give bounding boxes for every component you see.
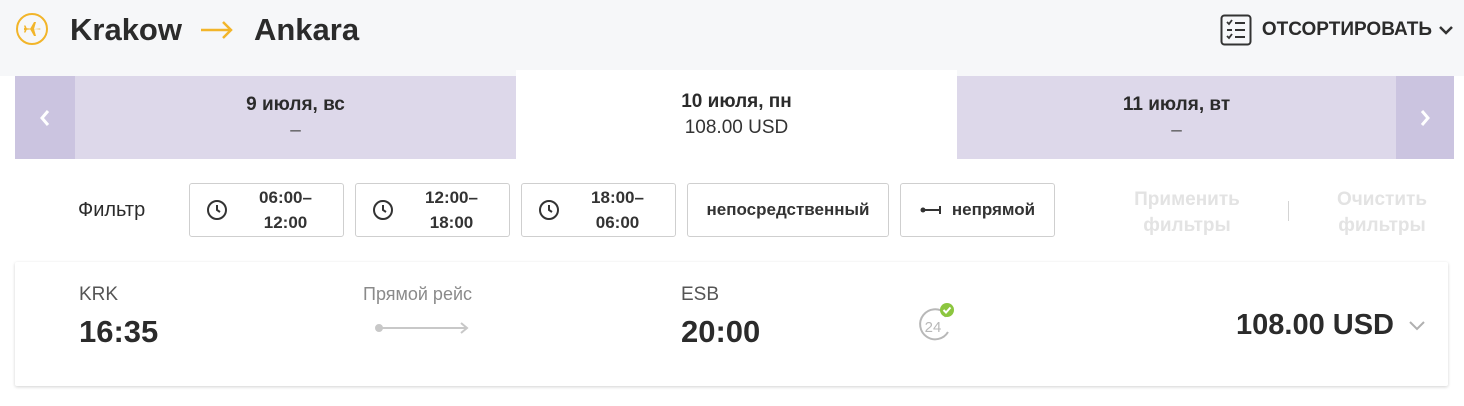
sort-button[interactable]: ОТСОРТИРОВАТЬ	[1220, 13, 1454, 47]
date-tab-current[interactable]: 10 июля, пн 108.00 USD	[516, 70, 957, 159]
destination-city: Ankara	[253, 12, 360, 47]
chevron-down-icon	[1439, 26, 1453, 35]
date-tab-date: 11 июля, вт	[1122, 93, 1231, 115]
divider	[1288, 201, 1289, 221]
filter-time-evening[interactable]: 18:00– 06:00	[521, 183, 676, 237]
flight-price: 108.00 USD	[1236, 309, 1394, 341]
time-to: 12:00	[263, 213, 308, 232]
filter-indirect-label: непрямой	[951, 200, 1036, 219]
date-tab-price: –	[1171, 119, 1182, 141]
24h-check-icon: 24	[919, 303, 954, 341]
origin-city: Krakow	[70, 12, 182, 47]
apply-filters-line2: фильтры	[1143, 215, 1231, 236]
filter-time-afternoon[interactable]: 12:00– 18:00	[355, 183, 510, 237]
filter-direct-label: непосредственный	[706, 200, 870, 219]
sort-list-icon	[1220, 14, 1252, 46]
time-from: 06:00–	[259, 188, 312, 207]
clear-filters-line2: фильтры	[1338, 215, 1426, 236]
apply-filters-button[interactable]: Применить фильтры	[1122, 187, 1252, 239]
connection-icon	[920, 206, 941, 214]
chevron-down-icon[interactable]	[1408, 320, 1426, 332]
date-tab-date: 9 июля, вс	[246, 93, 345, 115]
time-from: 12:00–	[425, 188, 478, 207]
next-date-button[interactable]	[1396, 76, 1454, 159]
search-header: Krakow Ankara ОТСОРТИРОВАТЬ	[0, 0, 1464, 76]
filter-label: Фильтр	[78, 199, 146, 221]
filter-direct-button[interactable]: непосредственный	[687, 183, 889, 237]
date-tab-date: 10 июля, пн	[681, 90, 792, 112]
route-title: Krakow Ankara	[70, 10, 359, 50]
filter-indirect-button[interactable]: непрямой	[900, 183, 1055, 237]
prev-date-button[interactable]	[15, 76, 75, 159]
flight-type: Прямой рейс	[363, 284, 473, 304]
route-line-icon	[375, 322, 469, 334]
arrival-time: 20:00	[681, 314, 761, 349]
chevron-left-icon	[40, 109, 50, 126]
date-tabs: 9 июля, вс – 10 июля, пн 108.00 USD 11 и…	[15, 70, 1454, 159]
apply-filters-line1: Применить	[1134, 189, 1240, 210]
arrival-code: ESB	[681, 284, 720, 305]
departure-time: 16:35	[79, 314, 159, 349]
date-tab-price: 108.00 USD	[684, 116, 789, 138]
date-tab-prev[interactable]: 9 июля, вс –	[75, 76, 516, 159]
date-tab-price: –	[290, 119, 301, 141]
sort-label: ОТСОРТИРОВАТЬ	[1261, 19, 1432, 40]
clock-icon	[207, 200, 227, 220]
airplane-icon	[16, 13, 48, 45]
time-to: 18:00	[429, 213, 474, 232]
chevron-right-icon	[1420, 109, 1430, 126]
filter-bar: Фильтр 06:00– 12:00 12:00– 18:00 18:00– 06:…	[15, 159, 1454, 262]
clear-filters-button[interactable]: Очистить фильтры	[1317, 187, 1447, 239]
svg-text:24: 24	[925, 319, 942, 336]
time-from: 18:00–	[591, 188, 644, 207]
clock-icon	[539, 200, 559, 220]
clock-icon	[373, 200, 393, 220]
clear-filters-line1: Очистить	[1336, 189, 1428, 210]
flight-result-row[interactable]: KRK 16:35 Прямой рейс ESB 20:00 24 108.0…	[15, 262, 1448, 386]
arrow-right-icon	[200, 20, 234, 40]
time-to: 06:00	[595, 213, 640, 232]
departure-code: KRK	[79, 284, 119, 305]
filter-time-morning[interactable]: 06:00– 12:00	[189, 183, 344, 237]
date-tab-next[interactable]: 11 июля, вт –	[957, 76, 1396, 159]
